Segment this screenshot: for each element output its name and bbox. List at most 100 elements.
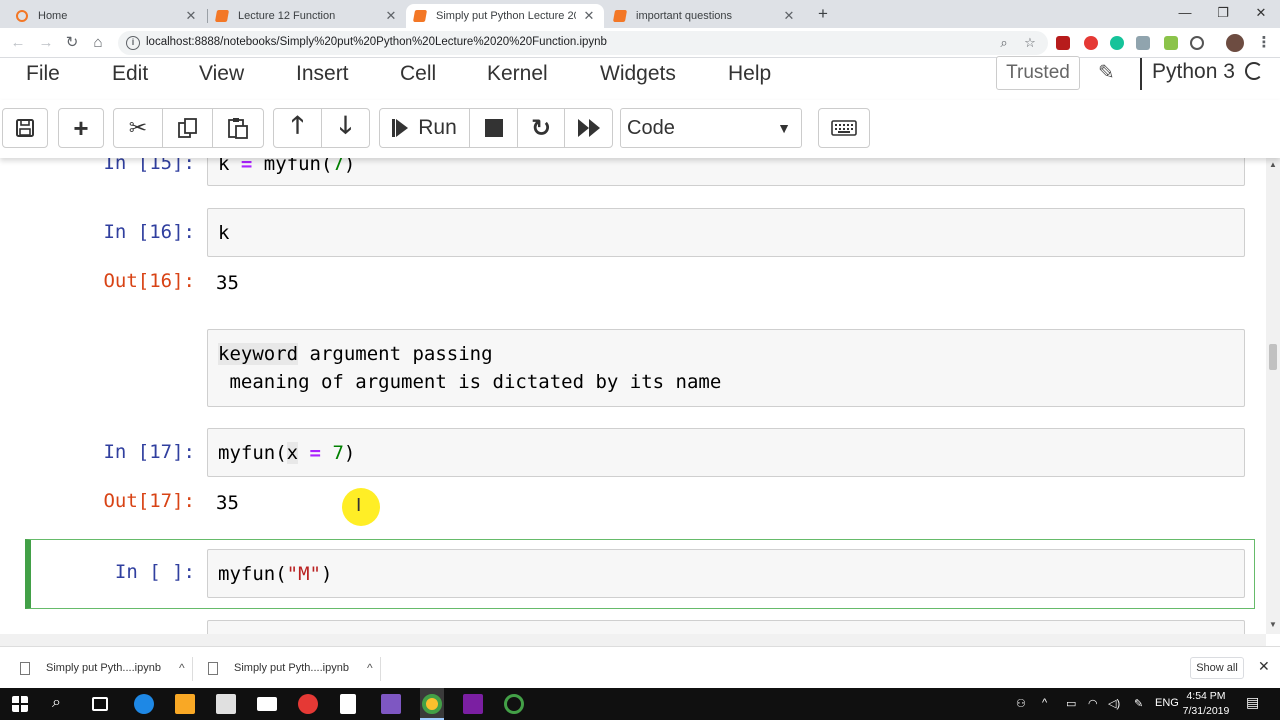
- menu-insert[interactable]: Insert: [296, 62, 349, 86]
- extension-icon[interactable]: [1056, 36, 1070, 50]
- chevron-up-icon[interactable]: ^: [179, 661, 185, 675]
- interrupt-kernel-button[interactable]: [469, 108, 518, 148]
- tab-important-questions[interactable]: important questions ✕: [606, 4, 804, 28]
- browser-menu-icon[interactable]: ⋮: [1254, 33, 1274, 53]
- volume-icon[interactable]: ◁): [1108, 697, 1120, 710]
- search-icon[interactable]: ⌕: [52, 694, 72, 714]
- minimize-window-icon[interactable]: —: [1166, 0, 1204, 28]
- scroll-down-arrow-icon[interactable]: ▼: [1266, 620, 1280, 629]
- menu-cell[interactable]: Cell: [400, 62, 436, 86]
- extension-icon[interactable]: [1136, 36, 1150, 50]
- task-view-icon[interactable]: [92, 697, 108, 711]
- code-cell-input[interactable]: myfun("M"): [207, 549, 1245, 598]
- profile-avatar[interactable]: [1226, 34, 1244, 52]
- code-line: myfun(x = 7): [218, 442, 356, 464]
- onenote-icon[interactable]: [463, 694, 483, 714]
- menu-widgets[interactable]: Widgets: [600, 62, 676, 86]
- tray-chevron-icon[interactable]: ^: [1042, 697, 1047, 709]
- close-tab-icon[interactable]: ✕: [782, 8, 796, 24]
- document-icon[interactable]: [340, 694, 356, 714]
- grammarly-extension-icon[interactable]: [1110, 36, 1124, 50]
- tab-lecture-20[interactable]: Simply put Python Lecture 20 Fu ✕: [406, 4, 604, 28]
- close-downloads-icon[interactable]: ✕: [1258, 658, 1270, 675]
- save-icon: [16, 119, 34, 137]
- store-icon[interactable]: [216, 694, 236, 714]
- action-center-icon[interactable]: ▤: [1246, 694, 1259, 711]
- file-explorer-icon[interactable]: [175, 694, 195, 714]
- restart-run-all-button[interactable]: [564, 108, 613, 148]
- forward-arrow-icon[interactable]: →: [36, 33, 56, 53]
- battery-icon[interactable]: ▭: [1066, 697, 1076, 710]
- code-cell-input[interactable]: [207, 620, 1245, 634]
- clock-date: 7/31/2019: [1182, 705, 1230, 717]
- taskbar-clock[interactable]: 4:54 PM 7/31/2019: [1176, 689, 1236, 719]
- mail-icon[interactable]: [257, 697, 277, 711]
- extension-icon[interactable]: [1164, 36, 1178, 50]
- opera-icon[interactable]: [298, 694, 318, 714]
- fast-forward-icon: [577, 119, 600, 137]
- show-all-button[interactable]: Show all: [1190, 657, 1244, 679]
- output-prompt: Out[17]:: [103, 490, 195, 512]
- close-tab-icon[interactable]: ✕: [184, 8, 198, 24]
- site-info-icon[interactable]: i: [126, 36, 140, 50]
- menu-view[interactable]: View: [199, 62, 244, 86]
- jupyter-toolbar: + ✂ 🡑 🡓 Run ↻ Code ▼: [0, 100, 1280, 158]
- people-icon[interactable]: ⚇: [1016, 697, 1026, 710]
- menu-kernel[interactable]: Kernel: [487, 62, 548, 86]
- adblock-extension-icon[interactable]: [1084, 36, 1098, 50]
- new-tab-plus-icon[interactable]: +: [814, 4, 832, 24]
- back-arrow-icon[interactable]: ←: [8, 33, 28, 53]
- tab-title: Home: [38, 10, 68, 22]
- downloads-bar: Simply put Pyth....ipynb ^ Simply put Py…: [0, 646, 1280, 688]
- download-filename: Simply put Pyth....ipynb: [46, 662, 161, 674]
- bookmark-star-icon[interactable]: ☆: [1022, 35, 1038, 51]
- windows-start-icon[interactable]: [12, 696, 28, 712]
- edge-browser-icon[interactable]: [134, 694, 154, 714]
- cut-button[interactable]: ✂: [113, 108, 163, 148]
- menu-edit[interactable]: Edit: [112, 62, 148, 86]
- chevron-up-icon[interactable]: ^: [367, 661, 373, 675]
- insert-cell-button[interactable]: +: [58, 108, 104, 148]
- markdown-cell-input[interactable]: keyword argument passing meaning of argu…: [207, 329, 1245, 407]
- menu-help[interactable]: Help: [728, 62, 771, 86]
- restart-kernel-button[interactable]: ↻: [517, 108, 565, 148]
- app-icon[interactable]: [381, 694, 401, 714]
- maximize-window-icon[interactable]: ❐: [1204, 0, 1242, 28]
- code-cell-input[interactable]: myfun(x = 7): [207, 428, 1245, 477]
- tab-home[interactable]: Home ✕: [8, 4, 206, 28]
- copy-button[interactable]: [162, 108, 213, 148]
- app-icon[interactable]: [504, 694, 524, 714]
- move-up-button[interactable]: 🡑: [273, 108, 322, 148]
- trusted-indicator[interactable]: Trusted: [996, 56, 1080, 90]
- close-window-icon[interactable]: ✕: [1242, 0, 1280, 28]
- file-icon: [208, 661, 218, 675]
- wifi-icon[interactable]: ◠: [1088, 697, 1098, 710]
- text-cursor-icon: I: [356, 495, 362, 516]
- move-down-button[interactable]: 🡓: [321, 108, 370, 148]
- command-palette-button[interactable]: [818, 108, 870, 148]
- run-button[interactable]: Run: [379, 108, 470, 148]
- home-icon[interactable]: ⌂: [88, 33, 108, 53]
- paste-button[interactable]: [212, 108, 264, 148]
- zoom-icon[interactable]: ⌕: [996, 35, 1012, 51]
- reload-icon[interactable]: ↻: [62, 33, 82, 53]
- close-tab-icon[interactable]: ✕: [384, 8, 398, 24]
- address-bar[interactable]: i localhost:8888/notebooks/Simply%20put%…: [118, 31, 1048, 55]
- input-prompt: In [ ]:: [114, 561, 195, 583]
- code-cell-input[interactable]: k: [207, 208, 1245, 257]
- cell-type-select[interactable]: Code ▼: [620, 108, 802, 148]
- menu-file[interactable]: File: [26, 62, 60, 86]
- cell-output: 35: [216, 492, 239, 514]
- code-cell-input[interactable]: k = myfun(7): [207, 158, 1245, 186]
- save-button[interactable]: [2, 108, 48, 148]
- horizontal-scrollbar[interactable]: [0, 634, 1266, 646]
- vertical-scrollbar[interactable]: ▲ ▼: [1266, 158, 1280, 634]
- extension-icon[interactable]: [1190, 36, 1204, 50]
- download-item[interactable]: Simply put Pyth....ipynb ^: [20, 655, 185, 681]
- tab-lecture-12[interactable]: Lecture 12 Function ✕: [208, 4, 406, 28]
- pen-icon[interactable]: ✎: [1134, 697, 1143, 710]
- scroll-up-arrow-icon[interactable]: ▲: [1266, 160, 1280, 169]
- scrollbar-thumb[interactable]: [1269, 344, 1277, 370]
- close-tab-icon[interactable]: ✕: [582, 8, 596, 24]
- download-item[interactable]: Simply put Pyth....ipynb ^: [208, 655, 373, 681]
